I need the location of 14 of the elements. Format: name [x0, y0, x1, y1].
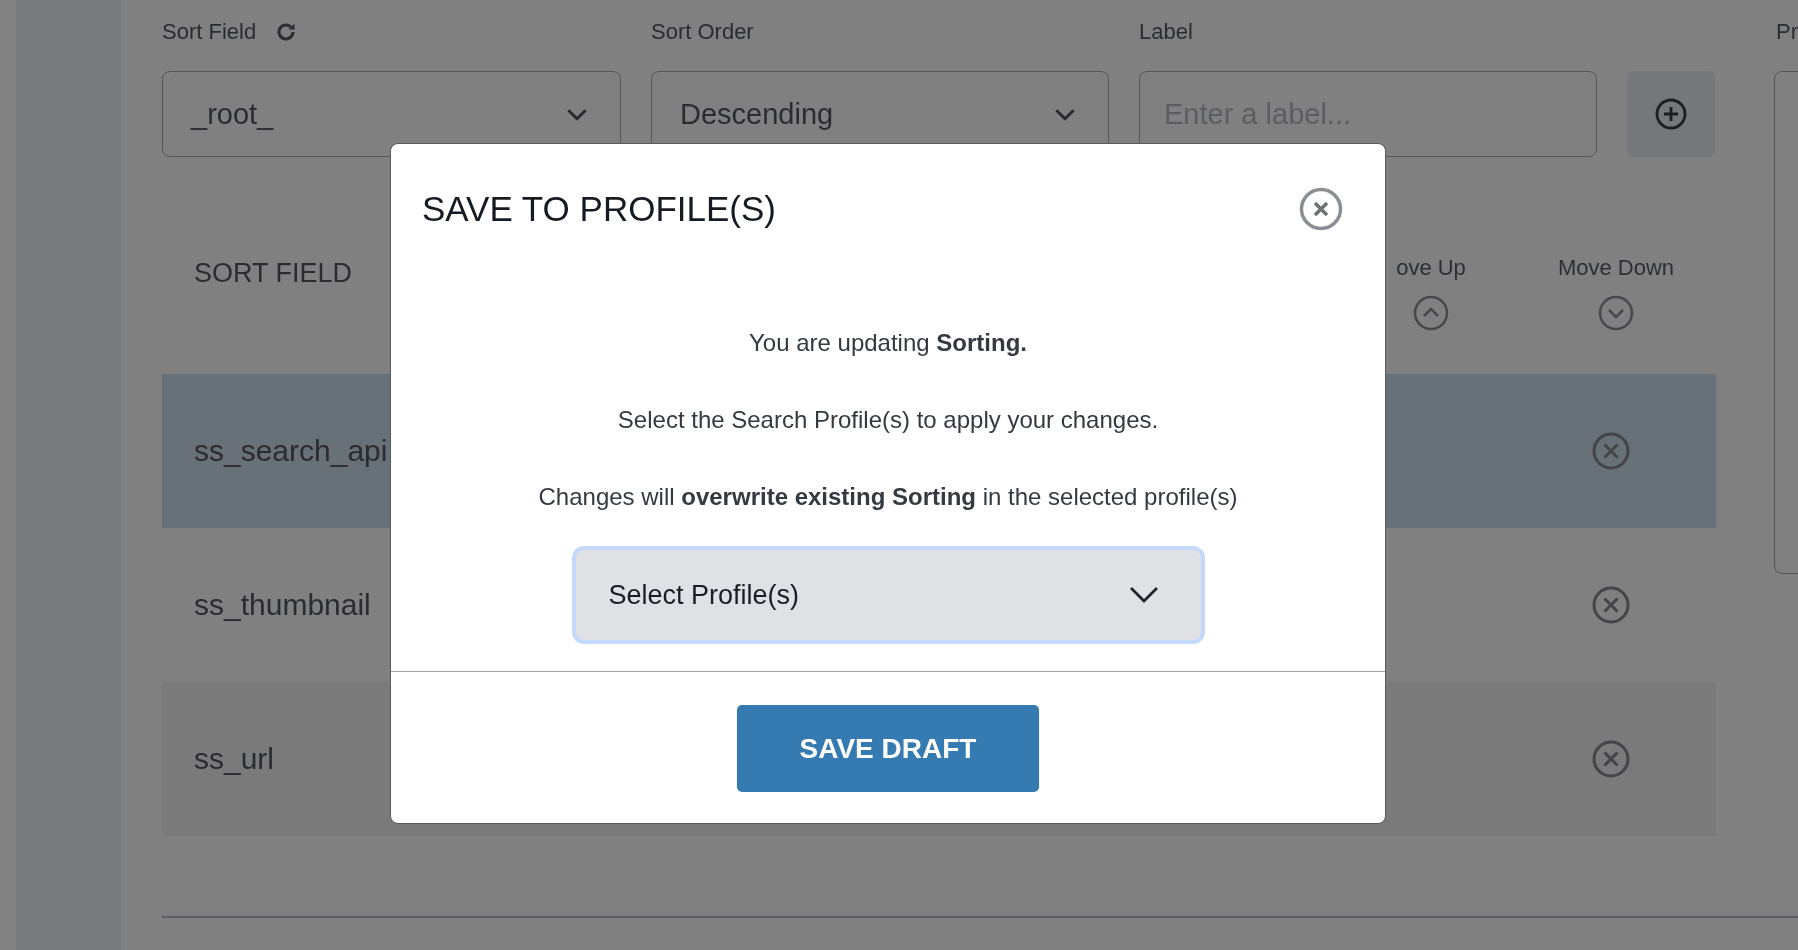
- table-cell: ss_thumbnail: [194, 588, 371, 621]
- column-header: Move Down: [1557, 254, 1675, 282]
- modal-text: Select the Search Profile(s) to apply your changes.: [617, 405, 1159, 435]
- field-label: Sort Order: [651, 18, 754, 46]
- field-label: Sort Field: [162, 18, 257, 46]
- panel-label: Pr: [1776, 18, 1798, 46]
- table-cell: ss_search_api: [194, 434, 388, 467]
- modal-title: SAVE TO PROFILE(S): [422, 188, 776, 230]
- field-label: Label: [1139, 18, 1193, 46]
- column-header: SORT FIELD: [194, 258, 353, 288]
- column-header: ove Up: [1396, 254, 1466, 282]
- modal-text: You are updating Sorting.: [749, 328, 1027, 358]
- table-cell: ss_url: [194, 742, 275, 775]
- modal-text: Changes will overwrite existing Sorting in the selected profile(s): [538, 482, 1238, 512]
